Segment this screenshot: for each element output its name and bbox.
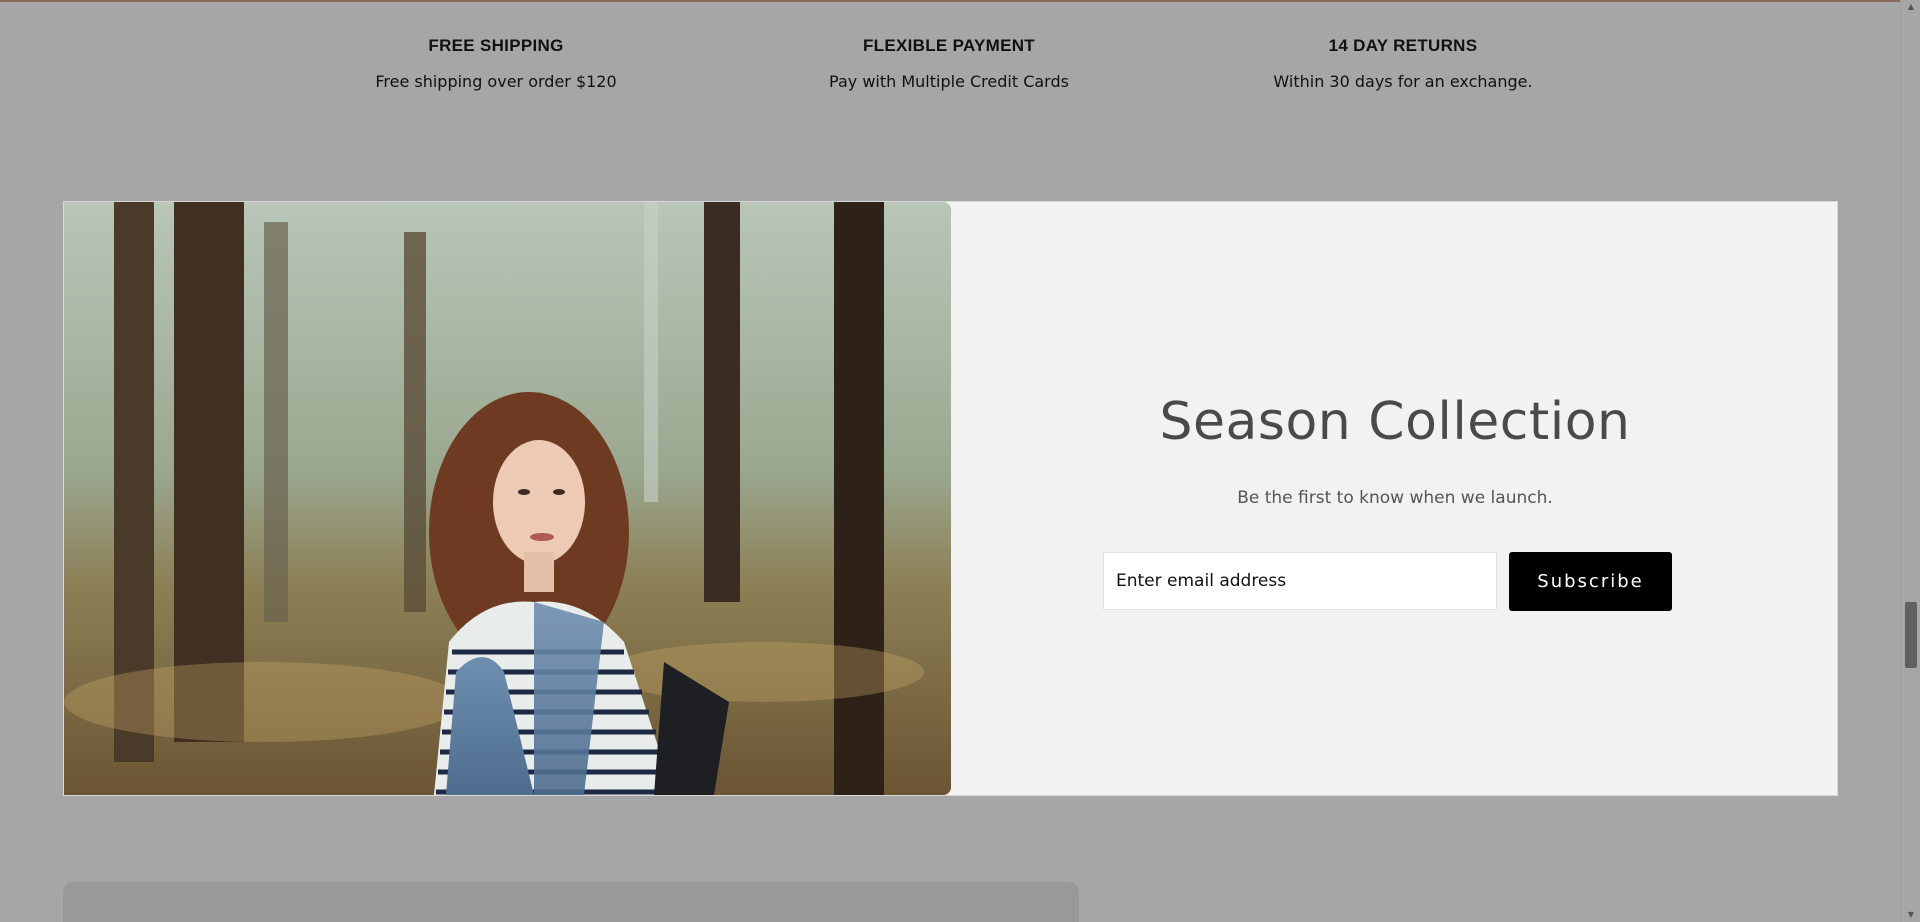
scroll-up-icon[interactable]: ▲ xyxy=(1906,2,1916,12)
banner-title: Season Collection xyxy=(1159,392,1631,452)
banner-image xyxy=(64,202,951,795)
scroll-thumb[interactable] xyxy=(1905,602,1917,668)
scroll-down-icon[interactable]: ▼ xyxy=(1906,910,1916,920)
feature-title: FREE SHIPPING xyxy=(428,36,564,55)
email-input[interactable] xyxy=(1103,552,1497,610)
features-bar: FREE SHIPPING Free shipping over order $… xyxy=(0,0,1900,120)
subscribe-button[interactable]: Subscribe xyxy=(1509,552,1672,611)
feature-title: FLEXIBLE PAYMENT xyxy=(863,36,1035,55)
feature-desc: Free shipping over order $120 xyxy=(375,72,617,91)
feature-title: 14 DAY RETURNS xyxy=(1328,36,1478,55)
return-icon xyxy=(1383,0,1423,6)
gift-icon xyxy=(476,0,516,6)
scrollbar[interactable]: ▲ ▼ xyxy=(1900,0,1920,922)
banner-content: Season Collection Be the first to know w… xyxy=(951,202,1839,795)
newsletter-banner: Season Collection Be the first to know w… xyxy=(63,201,1838,796)
banner-subtitle: Be the first to know when we launch. xyxy=(1237,488,1553,508)
feature-desc: Within 30 days for an exchange. xyxy=(1273,72,1533,91)
card-icon xyxy=(929,0,969,6)
next-section-card xyxy=(63,882,1079,922)
feature-desc: Pay with Multiple Credit Cards xyxy=(829,72,1069,91)
